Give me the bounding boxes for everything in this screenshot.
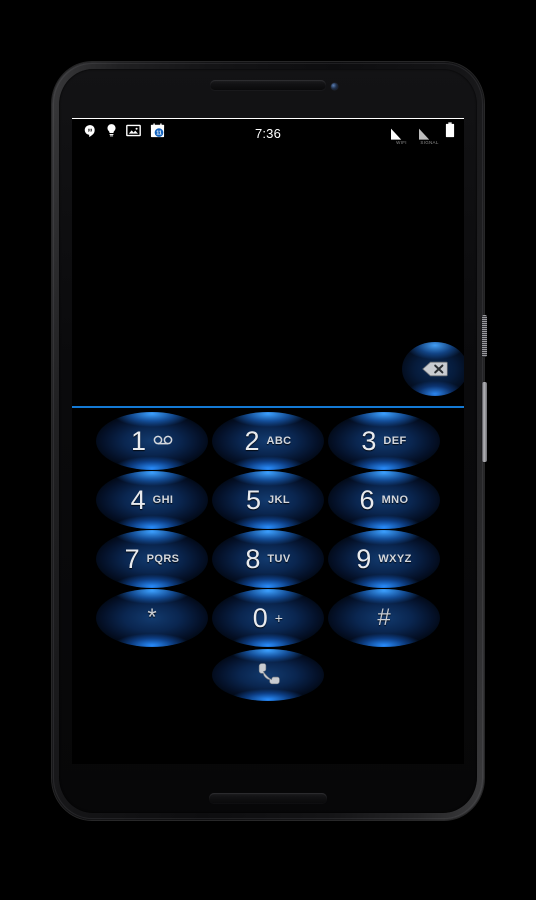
dial-key-9[interactable]: 9 WXYZ <box>328 530 440 588</box>
dial-key-4-digit: 4 <box>130 484 146 515</box>
dial-key-0-digit: 0 <box>252 602 268 633</box>
dial-key-6-letters: MNO <box>381 494 409 506</box>
dial-display-area <box>72 148 464 408</box>
dial-key-8-letters: TUV <box>267 553 291 565</box>
phone-handset-icon <box>258 663 280 685</box>
status-bar-notification-icons: 11 <box>72 123 165 143</box>
wifi-signal-icon: WIFI <box>389 127 414 145</box>
dial-key-4[interactable]: 4 GHI <box>96 471 208 529</box>
screenshot-image-icon <box>126 124 141 142</box>
phone-number-input[interactable] <box>84 334 400 374</box>
dial-key-3[interactable]: 3 DEF <box>328 412 440 470</box>
dial-key-1[interactable]: 1 <box>96 412 208 470</box>
dial-key-9-digit: 9 <box>356 543 372 574</box>
dial-key-2-letters: ABC <box>266 435 292 447</box>
wifi-label: WIFI <box>396 140 407 145</box>
status-bar-system-icons: WIFI SIGNAL <box>389 122 455 145</box>
battery-icon <box>445 122 455 143</box>
bottom-speaker-icon <box>209 793 327 803</box>
status-bar: 11 7:36 WIFI SIGNAL <box>72 118 464 148</box>
dial-key-5-digit: 5 <box>245 484 262 515</box>
dial-key-5[interactable]: 5 JKL <box>212 471 324 529</box>
dialpad-row: 1 2 ABC 3 DEF <box>72 412 464 470</box>
dial-key-2-digit: 2 <box>244 425 260 456</box>
backspace-icon <box>422 361 448 377</box>
dial-key-0[interactable]: 0 + <box>212 589 324 647</box>
dial-key-5-letters: JKL <box>268 494 290 506</box>
dial-key-hash[interactable]: # <box>328 589 440 647</box>
dial-key-6-digit: 6 <box>359 484 375 515</box>
phone-screen: 11 7:36 WIFI SIGNAL 1 2 ABC 3 DEF 4 GHI … <box>72 118 464 764</box>
dialpad-row: 7 PQRS 8 TUV 9 WXYZ <box>72 530 464 588</box>
dial-key-7-digit: 7 <box>124 543 140 574</box>
dial-key-9-letters: WXYZ <box>378 553 412 565</box>
dial-key-8[interactable]: 8 TUV <box>212 530 324 588</box>
dial-key-3-letters: DEF <box>383 435 407 447</box>
earpiece-speaker-icon <box>210 80 326 90</box>
calendar-icon: 11 <box>150 123 165 143</box>
dialpad: 1 2 ABC 3 DEF 4 GHI 5 JKL 6 MNO 7 PQRS 8… <box>72 408 464 701</box>
call-row <box>72 649 464 701</box>
lightbulb-icon <box>106 123 117 143</box>
dial-key-7[interactable]: 7 PQRS <box>96 530 208 588</box>
dial-key-2[interactable]: 2 ABC <box>212 412 324 470</box>
dial-key-star[interactable]: * <box>96 589 208 647</box>
dialpad-row: * 0 + # <box>72 589 464 647</box>
volume-rocker-button[interactable] <box>482 382 487 462</box>
front-camera-icon <box>331 83 338 90</box>
dial-key-star-symbol: * <box>147 604 157 631</box>
dial-key-6[interactable]: 6 MNO <box>328 471 440 529</box>
dial-key-4-letters: GHI <box>152 494 174 506</box>
dial-key-3-digit: 3 <box>361 425 377 456</box>
dial-key-0-plus: + <box>274 610 284 626</box>
dial-key-hash-symbol: # <box>377 604 391 631</box>
cellular-signal-icon: SIGNAL <box>417 127 442 145</box>
dial-key-7-letters: PQRS <box>146 553 180 565</box>
cellular-label: SIGNAL <box>420 140 439 145</box>
status-bar-clock: 7:36 <box>254 125 282 141</box>
backspace-button[interactable] <box>402 342 464 396</box>
voicemail-icon <box>153 432 173 450</box>
dialpad-row: 4 GHI 5 JKL 6 MNO <box>72 471 464 529</box>
svg-text:11: 11 <box>156 131 162 137</box>
hangouts-icon <box>83 124 97 143</box>
power-button[interactable] <box>482 315 487 357</box>
dial-key-1-digit: 1 <box>130 425 147 456</box>
phone-device: 11 7:36 WIFI SIGNAL 1 2 ABC 3 DEF 4 GHI … <box>52 62 487 820</box>
dial-key-8-digit: 8 <box>245 543 261 574</box>
call-button[interactable] <box>212 649 324 701</box>
